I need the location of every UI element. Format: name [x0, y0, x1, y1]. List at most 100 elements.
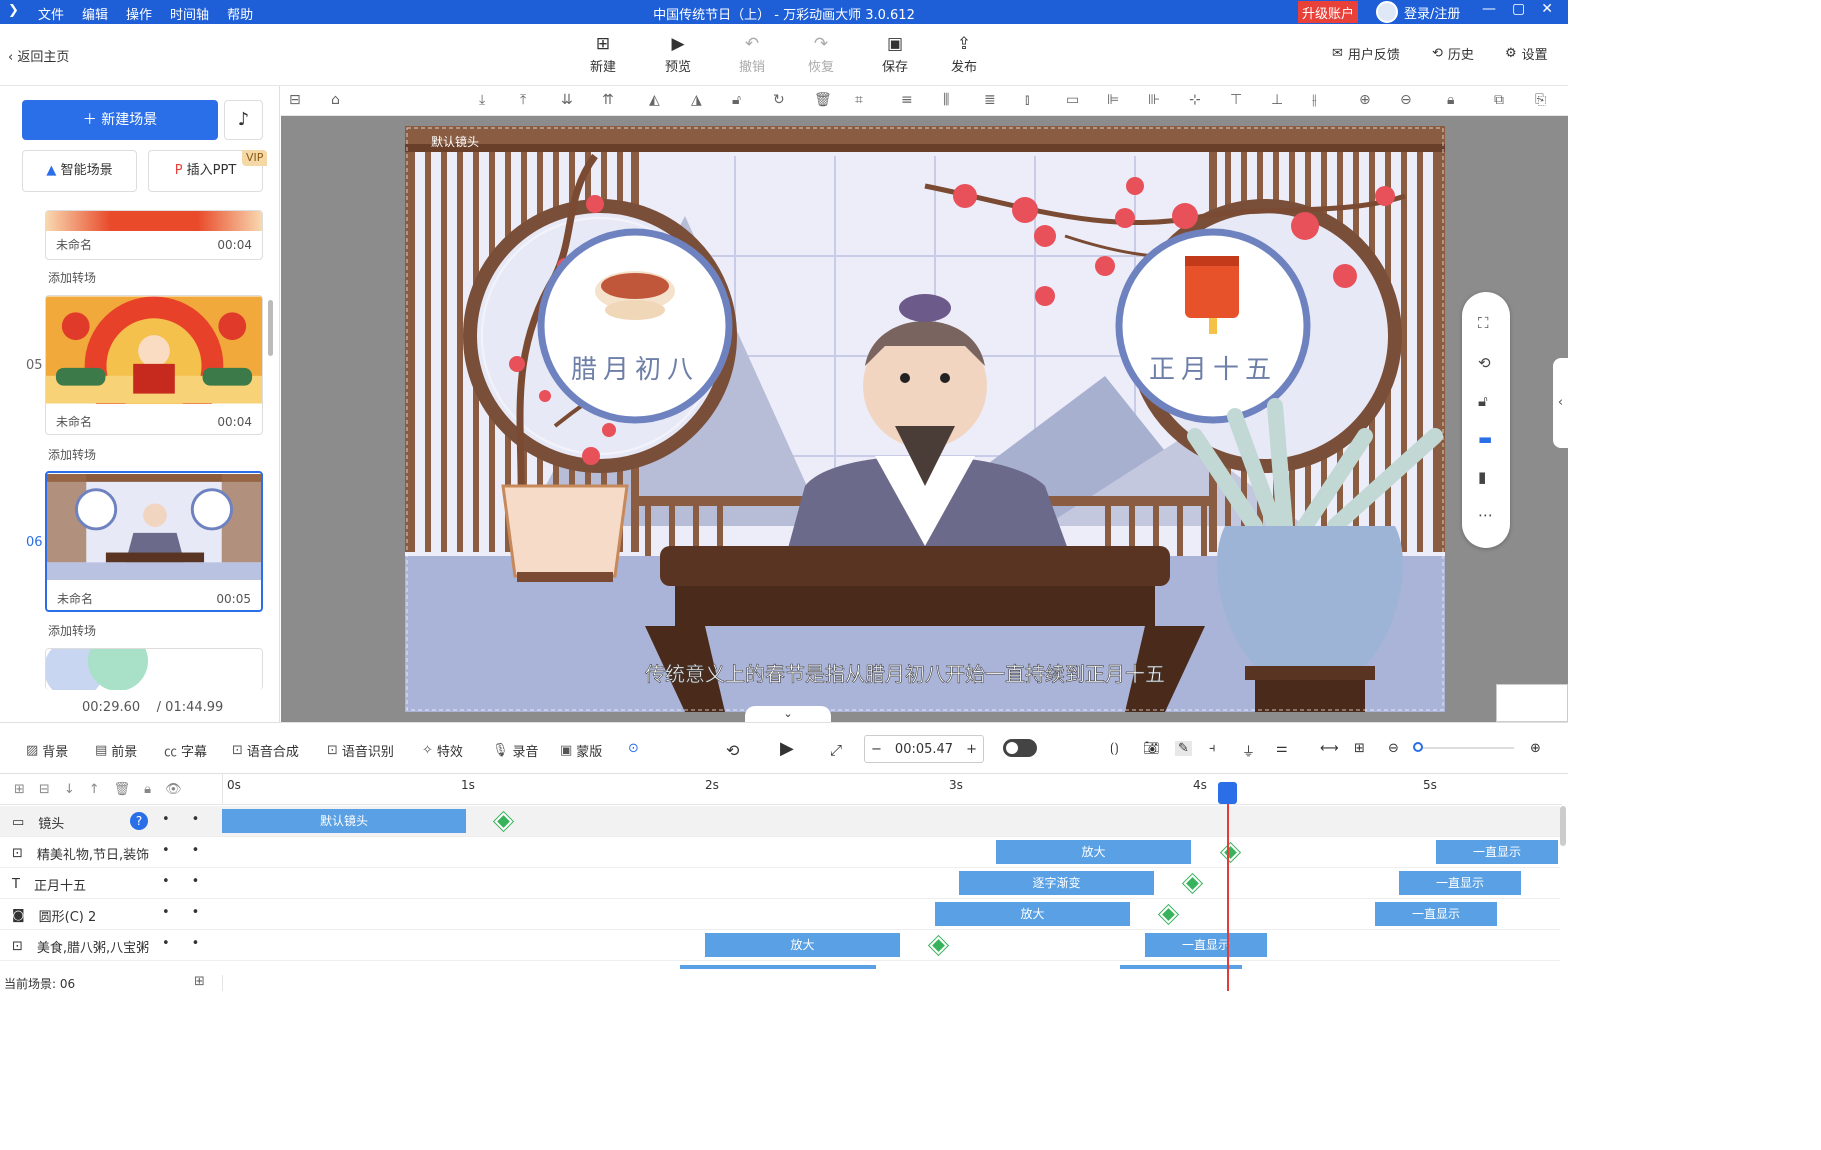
asr-button[interactable]: ⊡ 语音识别	[327, 741, 394, 760]
back-home-button[interactable]: ‹ 返回主页	[8, 46, 69, 65]
align-middle-icon[interactable]: ▭	[1066, 92, 1079, 108]
new-scene-button[interactable]: ＋ 新建场景	[22, 100, 218, 140]
filter-button[interactable]: ⏚	[1242, 741, 1255, 760]
login-button[interactable]: 登录/注册	[1376, 1, 1460, 23]
canvas-area[interactable]: 腊月初八 正月十五 默认镜头 传统意义上的春节是指从腊月初八开始一直持续到正月十…	[281, 116, 1568, 722]
zoom-out-timeline-button[interactable]: ⊖	[1388, 741, 1399, 756]
unlock-icon[interactable]: 🔓︎	[1478, 392, 1488, 410]
align-center-icon[interactable]: ⫼	[943, 92, 949, 108]
collapse-panel-chevron-icon[interactable]: ‹	[1553, 358, 1568, 448]
animation-bar[interactable]: 一直显示	[1375, 902, 1497, 926]
upgrade-account-button[interactable]: 升级账户	[1298, 1, 1359, 23]
camera-rotate-icon[interactable]: ⟲	[1478, 354, 1491, 372]
vip-tool-button[interactable]: ⟮⟯	[1110, 741, 1119, 756]
minus-icon[interactable]: −	[871, 742, 882, 757]
flip-vertical-icon[interactable]: ◮	[691, 92, 702, 108]
add-keyframe-icon[interactable]	[1183, 874, 1202, 893]
tts-button[interactable]: ⊡ 语音合成	[232, 741, 299, 760]
minimize-icon[interactable]: —	[1482, 1, 1496, 17]
animation-bar[interactable]: 一直显示	[1145, 933, 1267, 957]
lock-canvas-icon[interactable]: 🔒︎	[1447, 92, 1454, 108]
subtitle-button[interactable]: ㏄字幕	[164, 741, 207, 760]
timeline-scrollbar[interactable]	[1560, 806, 1566, 846]
playhead-handle[interactable]	[1218, 782, 1237, 804]
mask-button[interactable]: ▣ 蒙版	[560, 741, 602, 760]
subtitle-text[interactable]: 传统意义上的春节是指从腊月初八开始一直持续到正月十五	[645, 662, 1166, 687]
zoom-out-icon[interactable]: ⊖	[1400, 92, 1412, 108]
add-keyframe-icon[interactable]	[1221, 843, 1240, 862]
add-keyframe-icon[interactable]	[929, 936, 948, 955]
add-track-icon[interactable]: ⊞	[14, 782, 25, 797]
timeline-ruler[interactable]: 0s 1s 2s 3s 4s 5s	[222, 774, 1562, 805]
settings-button[interactable]: ⚙ 设置	[1505, 44, 1548, 63]
add-transition[interactable]: 添加转场	[48, 446, 96, 463]
scene-card[interactable]: 未命名 00:04	[45, 210, 263, 260]
animation-bar[interactable]: 默认镜头	[222, 809, 466, 833]
new-button[interactable]: ⊞ 新建	[580, 34, 626, 75]
add-folder-icon[interactable]: ⊟	[39, 782, 50, 797]
add-keyframe-icon[interactable]	[1159, 905, 1178, 924]
screen-portrait-icon[interactable]: ▮	[1478, 468, 1486, 486]
expand-chevron-icon[interactable]: ⌄	[745, 706, 831, 722]
copy-icon[interactable]: ⧉	[1494, 92, 1504, 108]
record-button[interactable]: 🎙︎ 录音	[492, 741, 539, 760]
track-row-camera[interactable]: ▭ 镜头 ? •• 默认镜头	[0, 806, 1560, 837]
rotate-icon[interactable]: ↻	[773, 92, 785, 108]
fullscreen-button[interactable]: ⤢	[830, 741, 842, 759]
more-tools-button[interactable]: ⊙	[628, 741, 639, 756]
align-h-right-icon[interactable]: ⊪	[1148, 92, 1160, 108]
scene-card-selected[interactable]: 未命名 00:05	[45, 471, 263, 612]
redo-button[interactable]: ↷ 恢复	[798, 34, 844, 75]
smart-scene-button[interactable]: ▲ 智能场景	[22, 150, 137, 192]
track-row[interactable]: ◙ 圆形(C) 2 •• 放大 一直显示	[0, 899, 1560, 930]
crop-icon[interactable]: ⌗	[855, 92, 863, 108]
scene-card[interactable]	[45, 648, 263, 690]
paste-icon[interactable]: ⎘	[1535, 92, 1546, 108]
align-h-center-icon[interactable]: ⊹	[1189, 92, 1201, 108]
screen-landscape-icon[interactable]: ▬	[1478, 430, 1492, 448]
scene-stage[interactable]: 腊月初八 正月十五 默认镜头 传统意义上的春节是指从腊月初八开始一直持续到正月十…	[405, 126, 1445, 712]
scene-panel-scrollbar[interactable]	[268, 300, 273, 356]
help-icon[interactable]: ?	[130, 812, 148, 830]
track-row[interactable]: T 正月十五 •• 逐字渐变 一直显示	[0, 868, 1560, 899]
play-button[interactable]: ▶	[780, 738, 794, 759]
undo-button[interactable]: ↶ 撤销	[729, 34, 775, 75]
animation-bar[interactable]: 一直显示	[1399, 871, 1521, 895]
effects-button[interactable]: ✧ 特效	[422, 741, 463, 760]
move-down-icon[interactable]: ↓	[64, 782, 75, 797]
history-button[interactable]: ⟲ 历史	[1432, 44, 1474, 63]
align-left-icon[interactable]: ≡	[901, 92, 913, 108]
move-up-icon[interactable]: ⇈	[602, 92, 614, 108]
zoom-in-icon[interactable]: ⊕	[1359, 92, 1371, 108]
align-v-bottom-icon[interactable]: ⊥	[1271, 92, 1283, 108]
delete-icon[interactable]: 🗑︎	[814, 92, 832, 108]
distribute-icon[interactable]: ⫾	[1025, 92, 1029, 108]
zoom-in-timeline-button[interactable]: ⊕	[1530, 741, 1541, 756]
delete-icon[interactable]: 🗑︎	[114, 782, 131, 797]
fit-width-button[interactable]: ⟷	[1320, 741, 1339, 756]
eye-icon[interactable]: 👁︎	[165, 782, 182, 797]
flip-horizontal-icon[interactable]: ◭	[649, 92, 660, 108]
split-button[interactable]: ⫞	[1209, 741, 1216, 756]
align-v-top-icon[interactable]: ⊤	[1230, 92, 1242, 108]
move-up-icon[interactable]: ↑	[89, 782, 100, 797]
lock-icon[interactable]: 🔓︎	[732, 92, 741, 108]
ruler-icon[interactable]: ⊟	[289, 92, 301, 108]
music-button[interactable]: ♪	[224, 100, 263, 140]
animation-bar[interactable]: 放大	[705, 933, 900, 957]
animation-bar[interactable]: 放大	[935, 902, 1130, 926]
timeline-zoom-knob[interactable]	[1413, 742, 1423, 752]
fit-screen-icon[interactable]: ⛶	[1478, 314, 1489, 332]
toggle-switch[interactable]	[1003, 739, 1037, 757]
minimap[interactable]	[1496, 684, 1568, 722]
edit-button[interactable]: ✎	[1175, 741, 1192, 756]
camera-button[interactable]: 📷︎	[1143, 741, 1160, 756]
preview-button[interactable]: ▶ 预览	[655, 34, 701, 75]
foreground-button[interactable]: ▤ 前景	[95, 741, 137, 760]
publish-button[interactable]: ⇪ 发布	[941, 34, 987, 75]
background-button[interactable]: ▨ 背景	[26, 741, 68, 760]
align-right-icon[interactable]: ≣	[984, 92, 996, 108]
maximize-icon[interactable]: ▢	[1512, 1, 1525, 17]
replay-button[interactable]: ⟲	[726, 741, 739, 760]
adjust-button[interactable]: ⚌	[1276, 741, 1288, 756]
